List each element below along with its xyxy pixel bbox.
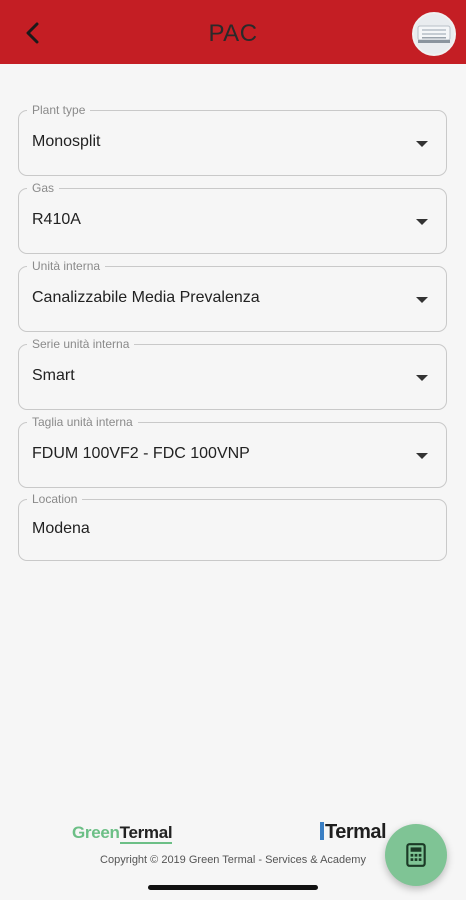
calculator-icon: [406, 843, 426, 867]
air-conditioner-unit-icon: [417, 25, 451, 43]
app-header: PAC: [0, 0, 466, 64]
plant-type-select[interactable]: Plant type Monosplit: [18, 102, 447, 176]
indoor-size-select[interactable]: Taglia unità interna FDUM 100VF2 - FDC 1…: [18, 414, 447, 488]
indoor-series-label: Serie unità interna: [27, 336, 135, 352]
indoor-unit-label: Unità interna: [27, 258, 106, 274]
caret-down-icon: [416, 141, 428, 147]
home-indicator: [148, 885, 318, 890]
unit-thumbnail: [412, 12, 456, 56]
gas-value: R410A: [32, 211, 81, 228]
indoor-series-select[interactable]: Serie unità interna Smart: [18, 336, 447, 410]
indoor-unit-select[interactable]: Unità interna Canalizzabile Media Preval…: [18, 258, 447, 332]
location-field[interactable]: Location Modena: [18, 491, 447, 561]
gas-label: Gas: [27, 180, 60, 196]
calculate-button[interactable]: [385, 824, 447, 886]
caret-down-icon: [416, 297, 428, 303]
indoor-series-value: Smart: [32, 367, 75, 384]
plant-type-value: Monosplit: [32, 133, 101, 150]
caret-down-icon: [416, 453, 428, 459]
indoor-unit-value: Canalizzabile Media Prevalenza: [32, 289, 260, 306]
location-label: Location: [27, 491, 83, 507]
plant-type-label: Plant type: [27, 102, 91, 118]
gas-select[interactable]: Gas R410A: [18, 180, 447, 254]
caret-down-icon: [416, 219, 428, 225]
caret-down-icon: [416, 375, 428, 381]
indoor-size-label: Taglia unità interna: [27, 414, 138, 430]
page-title: PAC: [208, 20, 258, 47]
termal-logo: Termal: [320, 821, 387, 844]
location-value: Modena: [32, 520, 90, 537]
green-termal-logo: GreenTermal: [72, 823, 173, 844]
indoor-size-value: FDUM 100VF2 - FDC 100VNP: [32, 445, 250, 462]
